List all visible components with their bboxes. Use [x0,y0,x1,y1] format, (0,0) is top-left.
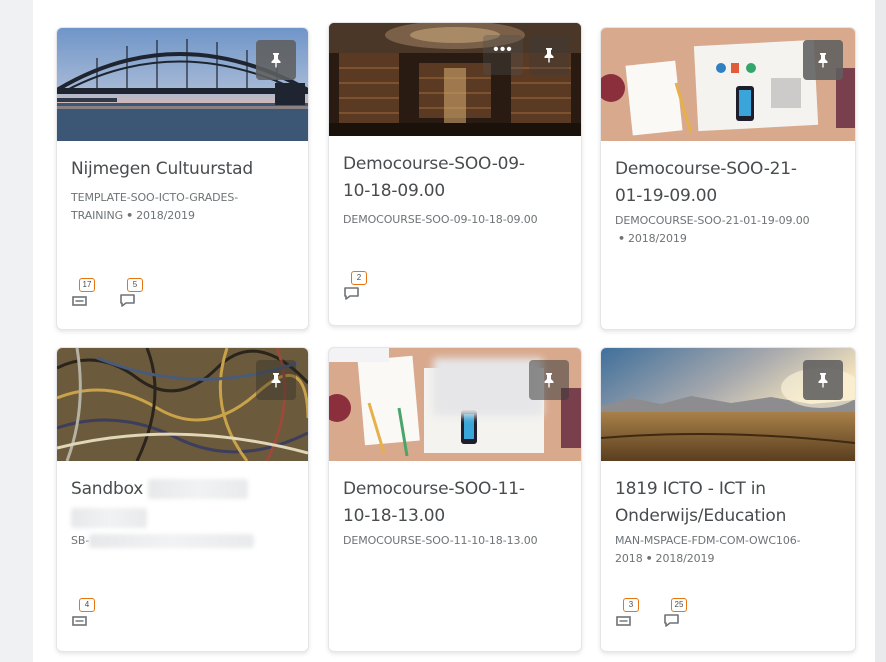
course-code: SB- [71,532,296,550]
redacted-overlay [433,358,543,416]
pin-icon [544,373,554,388]
course-code-text: DEMOCOURSE-SOO-21-01-19-09.00 [615,214,810,227]
course-code: TEMPLATE-SOO-ICTO-GRADES-TRAINING • 2018/2… [71,189,296,225]
course-code: DEMOCOURSE-SOO-11-10-18-13.00 [343,534,538,547]
discussions-badge[interactable]: 5 [119,278,153,308]
course-card-nijmegen[interactable]: Nijmegen Cultuurstad TEMPLATE-SOO-ICTO-G… [56,27,309,330]
course-title: Sandbox [71,476,296,530]
course-code: MAN-MSPACE-FDM-COM-OWC106-2018 • 2018/2019 [615,532,835,568]
assignments-count: 4 [79,598,95,612]
pin-button[interactable] [529,360,569,400]
pin-button[interactable] [256,40,296,80]
discussions-count: 2 [351,271,367,285]
course-code: DEMOCOURSE-SOO-09-10-18-09.00 [343,213,538,226]
course-card-democourse-21-01[interactable]: Democourse-SOO-21-01-19-09.00 DEMOCOURSE… [600,27,856,330]
course-code-text: SB- [71,534,90,547]
assignments-count: 3 [623,598,639,612]
course-title: 1819 ICTO - ICT in Onderwijs/Education [615,479,787,526]
discussions-badge[interactable]: 2 [343,271,377,301]
course-title: Democourse-SOO-21-01-19-09.00 [615,159,797,206]
pin-button[interactable] [529,35,569,75]
course-card-icto[interactable]: 1819 ICTO - ICT in Onderwijs/Education M… [600,347,856,652]
pin-button[interactable] [803,360,843,400]
course-title: Nijmegen Cultuurstad [71,159,253,179]
assignments-count: 17 [79,278,95,292]
course-card-sandbox[interactable]: Sandbox SB- 4 [56,347,309,652]
left-gutter [0,0,33,662]
more-options-button[interactable]: ••• [483,35,523,75]
pin-button[interactable] [256,360,296,400]
discussions-badge[interactable]: 25 [663,598,697,628]
course-title: Democourse-SOO-11-10-18-13.00 [343,479,525,526]
discussions-count: 25 [671,598,687,612]
course-semester: 2018/2019 [627,232,687,245]
pin-button[interactable] [803,40,843,80]
course-title: Democourse-SOO-09-10-18-09.00 [343,154,525,201]
redacted-title-line [71,508,147,528]
course-card-democourse-11-10[interactable]: Democourse-SOO-11-10-18-13.00 DEMOCOURSE… [328,347,582,652]
assignments-badge[interactable]: 3 [615,598,649,628]
pin-icon [271,53,281,68]
assignments-badge[interactable]: 17 [71,278,105,308]
redacted-code [89,534,255,548]
separator-dot: • [126,209,134,222]
more-icon: ••• [493,41,513,58]
assignments-badge[interactable]: 4 [71,598,105,628]
pin-icon [818,53,828,68]
course-code: DEMOCOURSE-SOO-21-01-19-09.00 • 2018/2019 [615,212,835,248]
discussions-count: 5 [127,278,143,292]
course-title-text: Sandbox [71,479,144,499]
pin-icon [818,373,828,388]
separator-dot: • [618,232,625,245]
course-semester: 2018/2019 [136,209,195,222]
course-card-democourse-09-10[interactable]: ••• Democourse-SOO-09-10-18-09.00 DEMOCO… [328,22,582,326]
course-semester: 2018/2019 [655,552,715,565]
pin-icon [544,48,554,63]
redacted-title-part [148,479,249,499]
separator-dot: • [645,552,653,565]
pin-icon [271,373,281,388]
scrollbar-track[interactable] [875,0,886,662]
